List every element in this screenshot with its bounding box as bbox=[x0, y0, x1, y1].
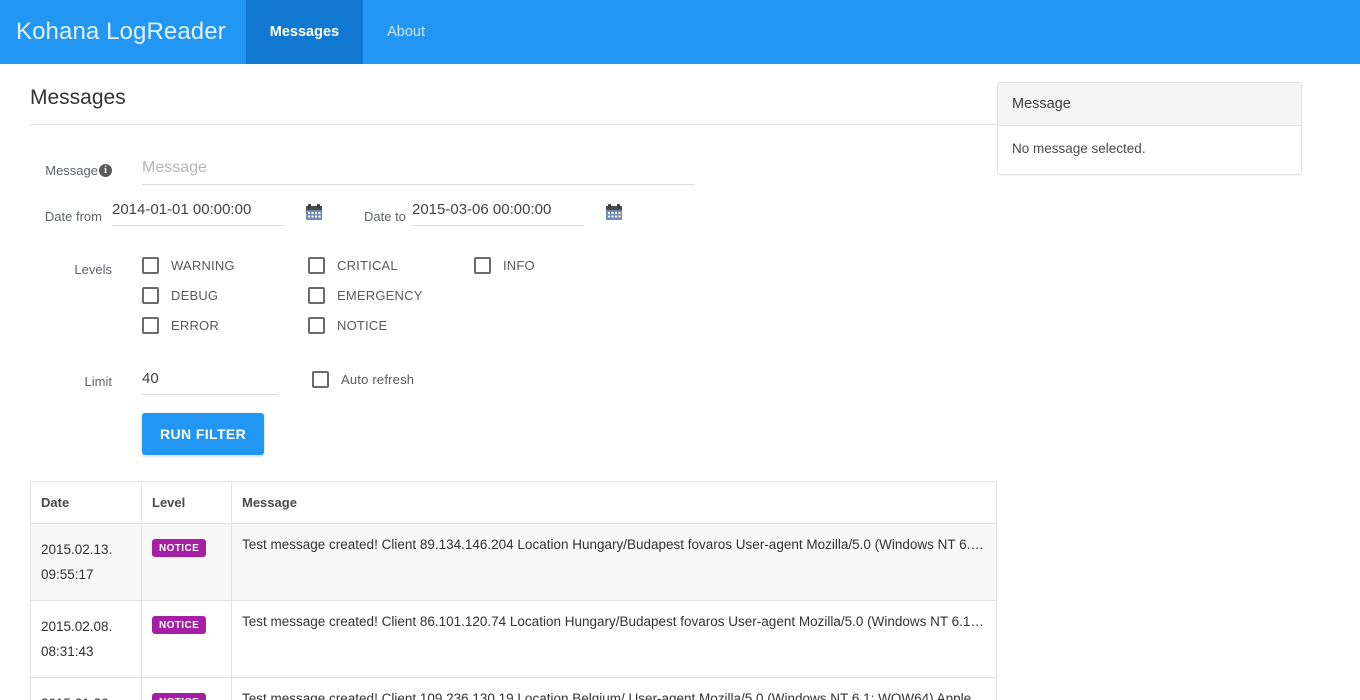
date-to-field-wrap bbox=[412, 197, 584, 226]
main-column: Messages Message i Date from bbox=[0, 64, 997, 700]
table-body: 2015.02.13. 09:55:17 NOTICE Test message… bbox=[30, 523, 997, 700]
filter-row-levels: Levels WARNING DEBUG ERROR CRITICAL EMER… bbox=[30, 250, 997, 340]
level-checkbox-error[interactable]: ERROR bbox=[142, 310, 308, 340]
calendar-icon-to[interactable] bbox=[604, 202, 626, 224]
table-header-row: Date Level Message bbox=[30, 481, 997, 524]
filter-row-dates: Date from 2014-01-01 00:00:00 Date to 20… bbox=[30, 197, 997, 228]
nav-link-messages[interactable]: Messages bbox=[245, 0, 364, 64]
filter-row-limit: Limit Auto refresh bbox=[30, 362, 997, 395]
levels-column-1: WARNING DEBUG ERROR bbox=[142, 250, 308, 340]
date-time: 09:55:17 bbox=[41, 567, 94, 582]
cell-message: Test message created! Client 109.236.130… bbox=[231, 677, 997, 700]
log-table: Date Level Message 2015.02.13. 09:55:17 … bbox=[30, 481, 997, 700]
level-checkbox-critical[interactable]: CRITICAL bbox=[308, 250, 474, 280]
checkbox-box[interactable] bbox=[142, 316, 159, 334]
checkbox-box[interactable] bbox=[308, 316, 325, 334]
level-label: NOTICE bbox=[337, 317, 388, 333]
status-badge: NOTICE bbox=[152, 693, 207, 700]
date-from-field-wrap bbox=[102, 197, 284, 226]
auto-refresh-checkbox[interactable]: Auto refresh bbox=[278, 362, 414, 388]
table-head: Date Level Message bbox=[30, 481, 997, 524]
calendar-icon-from[interactable] bbox=[304, 202, 326, 224]
page-body: Messages Message i Date from bbox=[0, 64, 1360, 700]
levels-column-2: CRITICAL EMERGENCY NOTICE bbox=[308, 250, 474, 340]
cell-message: Test message created! Client 89.134.146.… bbox=[231, 523, 997, 601]
checkbox-box[interactable] bbox=[312, 371, 329, 388]
table-row[interactable]: 2015.02.13. 09:55:17 NOTICE Test message… bbox=[30, 523, 997, 601]
table-row[interactable]: 2015.01.26. 23:38:12 NOTICE Test message… bbox=[30, 677, 997, 700]
checkbox-box[interactable] bbox=[142, 256, 159, 274]
cell-date: 2015.01.26. 23:38:12 bbox=[30, 677, 142, 700]
side-column: Message No message selected. bbox=[997, 64, 1360, 175]
level-checkbox-emergency[interactable]: EMERGENCY bbox=[308, 280, 474, 310]
limit-input-wrap bbox=[112, 362, 278, 395]
levels-grid: WARNING DEBUG ERROR CRITICAL EMERGENCY N… bbox=[112, 250, 640, 340]
date-from-label-text: Date from bbox=[44, 209, 102, 224]
nav-link-about[interactable]: About bbox=[363, 0, 449, 64]
message-label: Message bbox=[45, 163, 98, 178]
message-input-wrap bbox=[112, 151, 695, 185]
levels-label: Levels bbox=[74, 262, 112, 277]
log-table-wrap: Date Level Message 2015.02.13. 09:55:17 … bbox=[30, 481, 997, 700]
date-time: 08:31:43 bbox=[41, 644, 94, 659]
cell-message: Test message created! Client 86.101.120.… bbox=[231, 600, 997, 678]
level-label: DEBUG bbox=[171, 287, 219, 303]
checkbox-box[interactable] bbox=[474, 256, 491, 274]
status-badge: NOTICE bbox=[152, 539, 207, 557]
nav-links: Messages About bbox=[245, 0, 449, 64]
search-input[interactable] bbox=[142, 155, 695, 185]
date-to-input[interactable] bbox=[412, 197, 584, 226]
table-row[interactable]: 2015.02.08. 08:31:43 NOTICE Test message… bbox=[30, 600, 997, 678]
page-title: Messages bbox=[30, 86, 997, 125]
cell-level: NOTICE bbox=[141, 677, 232, 700]
limit-input[interactable] bbox=[142, 366, 278, 395]
date-day: 2015.02.08. bbox=[41, 619, 113, 634]
checkbox-box[interactable] bbox=[308, 286, 325, 304]
date-from-label: Date from bbox=[30, 197, 102, 228]
cell-level: NOTICE bbox=[141, 600, 232, 678]
info-icon[interactable]: i bbox=[99, 164, 112, 177]
level-label: ERROR bbox=[171, 317, 219, 333]
date-day: 2015.01.26. bbox=[41, 691, 131, 700]
column-header-level: Level bbox=[141, 481, 232, 524]
filter-row-message: Message i bbox=[30, 151, 997, 185]
brand-title: Kohana LogReader bbox=[16, 18, 226, 45]
run-filter-button[interactable]: RUN FILTER bbox=[142, 413, 265, 455]
level-checkbox-notice[interactable]: NOTICE bbox=[308, 310, 474, 340]
cell-date: 2015.02.13. 09:55:17 bbox=[30, 523, 142, 601]
date-day: 2015.02.13. bbox=[41, 542, 113, 557]
filter-row-button: RUN FILTER bbox=[30, 397, 997, 455]
cell-level: NOTICE bbox=[141, 523, 232, 601]
cell-date: 2015.02.08. 08:31:43 bbox=[30, 600, 142, 678]
date-to-label: Date to bbox=[364, 209, 406, 224]
panel-title: Message bbox=[998, 83, 1301, 126]
panel-body-text: No message selected. bbox=[1012, 141, 1146, 156]
checkbox-box[interactable] bbox=[308, 256, 325, 274]
level-checkbox-debug[interactable]: DEBUG bbox=[142, 280, 308, 310]
navbar: Kohana LogReader Messages About bbox=[0, 0, 1360, 64]
level-label: EMERGENCY bbox=[337, 287, 423, 303]
level-label: INFO bbox=[503, 257, 535, 273]
levels-column-3: INFO bbox=[474, 250, 640, 340]
message-label-group: Message i bbox=[30, 151, 112, 181]
auto-refresh-label: Auto refresh bbox=[341, 372, 415, 387]
level-checkbox-info[interactable]: INFO bbox=[474, 250, 640, 280]
date-from-input[interactable] bbox=[112, 197, 284, 226]
status-badge: NOTICE bbox=[152, 616, 207, 634]
limit-label: Limit bbox=[84, 374, 112, 389]
checkbox-box[interactable] bbox=[142, 286, 159, 304]
message-detail-panel: Message No message selected. bbox=[997, 82, 1302, 175]
level-checkbox-warning[interactable]: WARNING bbox=[142, 250, 308, 280]
column-header-message: Message bbox=[231, 481, 997, 524]
filter-form: Message i Date from bbox=[30, 137, 997, 455]
column-header-date: Date bbox=[30, 481, 142, 524]
level-label: WARNING bbox=[171, 257, 235, 273]
level-label: CRITICAL bbox=[337, 257, 398, 273]
